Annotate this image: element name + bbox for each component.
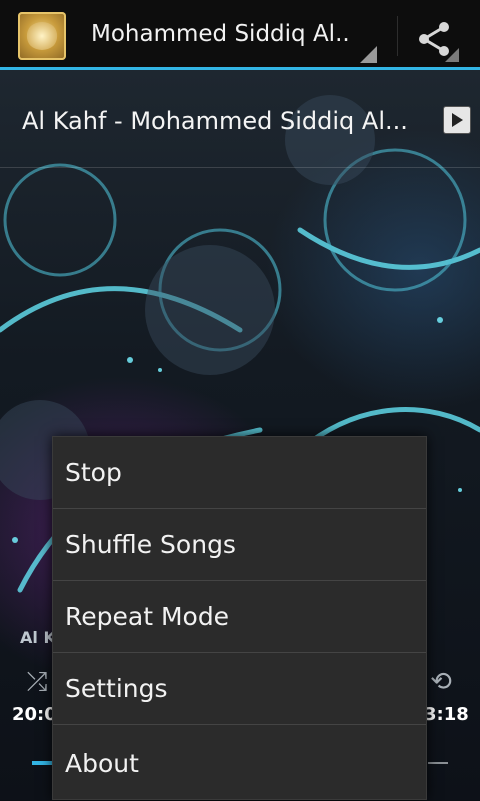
menu-item-shuffle-songs[interactable]: Shuffle Songs — [53, 509, 426, 581]
track-label: Al K — [20, 628, 54, 647]
app-logo-icon[interactable] — [18, 12, 66, 60]
now-playing-row[interactable]: Al Kahf - Mohammed Siddiq Al... — [0, 73, 480, 168]
share-dropdown-indicator-icon — [445, 48, 459, 62]
menu-item-repeat-mode[interactable]: Repeat Mode — [53, 581, 426, 653]
elapsed-time: 20:0 — [12, 704, 57, 725]
action-divider — [397, 16, 398, 56]
app-title-spinner[interactable]: Mohammed Siddiq Al.. — [91, 21, 361, 47]
play-button[interactable] — [444, 107, 470, 133]
total-time: 3:18 — [424, 704, 469, 725]
menu-item-about[interactable]: About — [53, 725, 426, 801]
action-bar: Mohammed Siddiq Al.. — [0, 0, 480, 70]
repeat-icon[interactable]: ⟲ — [424, 668, 458, 696]
menu-item-settings[interactable]: Settings — [53, 653, 426, 725]
seekbar-progress[interactable] — [32, 761, 52, 765]
seekbar-track[interactable] — [428, 762, 448, 764]
now-playing-title: Al Kahf - Mohammed Siddiq Al... — [22, 107, 408, 135]
shuffle-icon[interactable]: ⤮ — [20, 668, 54, 696]
overflow-menu: Stop Shuffle Songs Repeat Mode Settings … — [52, 436, 427, 800]
spinner-indicator-icon — [360, 46, 377, 63]
menu-item-stop[interactable]: Stop — [53, 437, 426, 509]
